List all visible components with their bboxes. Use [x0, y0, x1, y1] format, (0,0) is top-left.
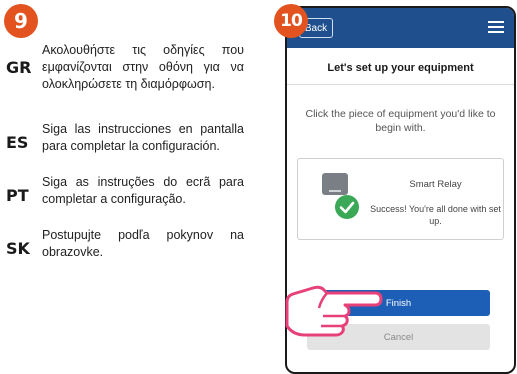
hamburger-menu-icon[interactable] [488, 21, 504, 33]
language-code: ES [6, 133, 29, 152]
equipment-status: Success! You're all done with set up. [370, 204, 501, 226]
language-code: GR [6, 58, 32, 77]
step-number-badge: 9 [4, 4, 38, 38]
instruction-es: ES Siga las instrucciones en pantalla pa… [6, 121, 244, 155]
language-code: PT [6, 186, 29, 205]
page-subtitle: Click the piece of equipment you'd like … [305, 108, 496, 134]
smart-relay-icon [322, 173, 348, 195]
equipment-name: Smart Relay [409, 179, 462, 190]
instruction-pt: PT Siga as instruções do ecrã para compl… [6, 174, 244, 208]
check-icon [335, 195, 359, 219]
instruction-text: Ακολουθήστε τις οδηγίες που εμφανίζονται… [42, 43, 244, 91]
app-header: Back [287, 8, 514, 48]
instruction-gr: GR Ακολουθήστε τις οδηγίες που εμφανίζον… [6, 42, 244, 93]
instruction-text: Siga as instruções do ecrã para completa… [42, 175, 244, 206]
instruction-sk: SK Postupujte podľa pokynov na obrazovke… [6, 227, 244, 261]
instruction-text: Postupujte podľa pokynov na obrazovke. [42, 228, 244, 259]
page-title: Let's set up your equipment [327, 62, 474, 74]
instruction-text: Siga las instrucciones en pantalla para … [42, 122, 244, 153]
step-number-badge: 10 [274, 4, 308, 38]
language-code: SK [6, 239, 30, 258]
equipment-card[interactable]: Smart Relay Success! You're all done wit… [297, 158, 504, 240]
divider [287, 84, 514, 85]
pointing-hand-icon [285, 285, 383, 337]
